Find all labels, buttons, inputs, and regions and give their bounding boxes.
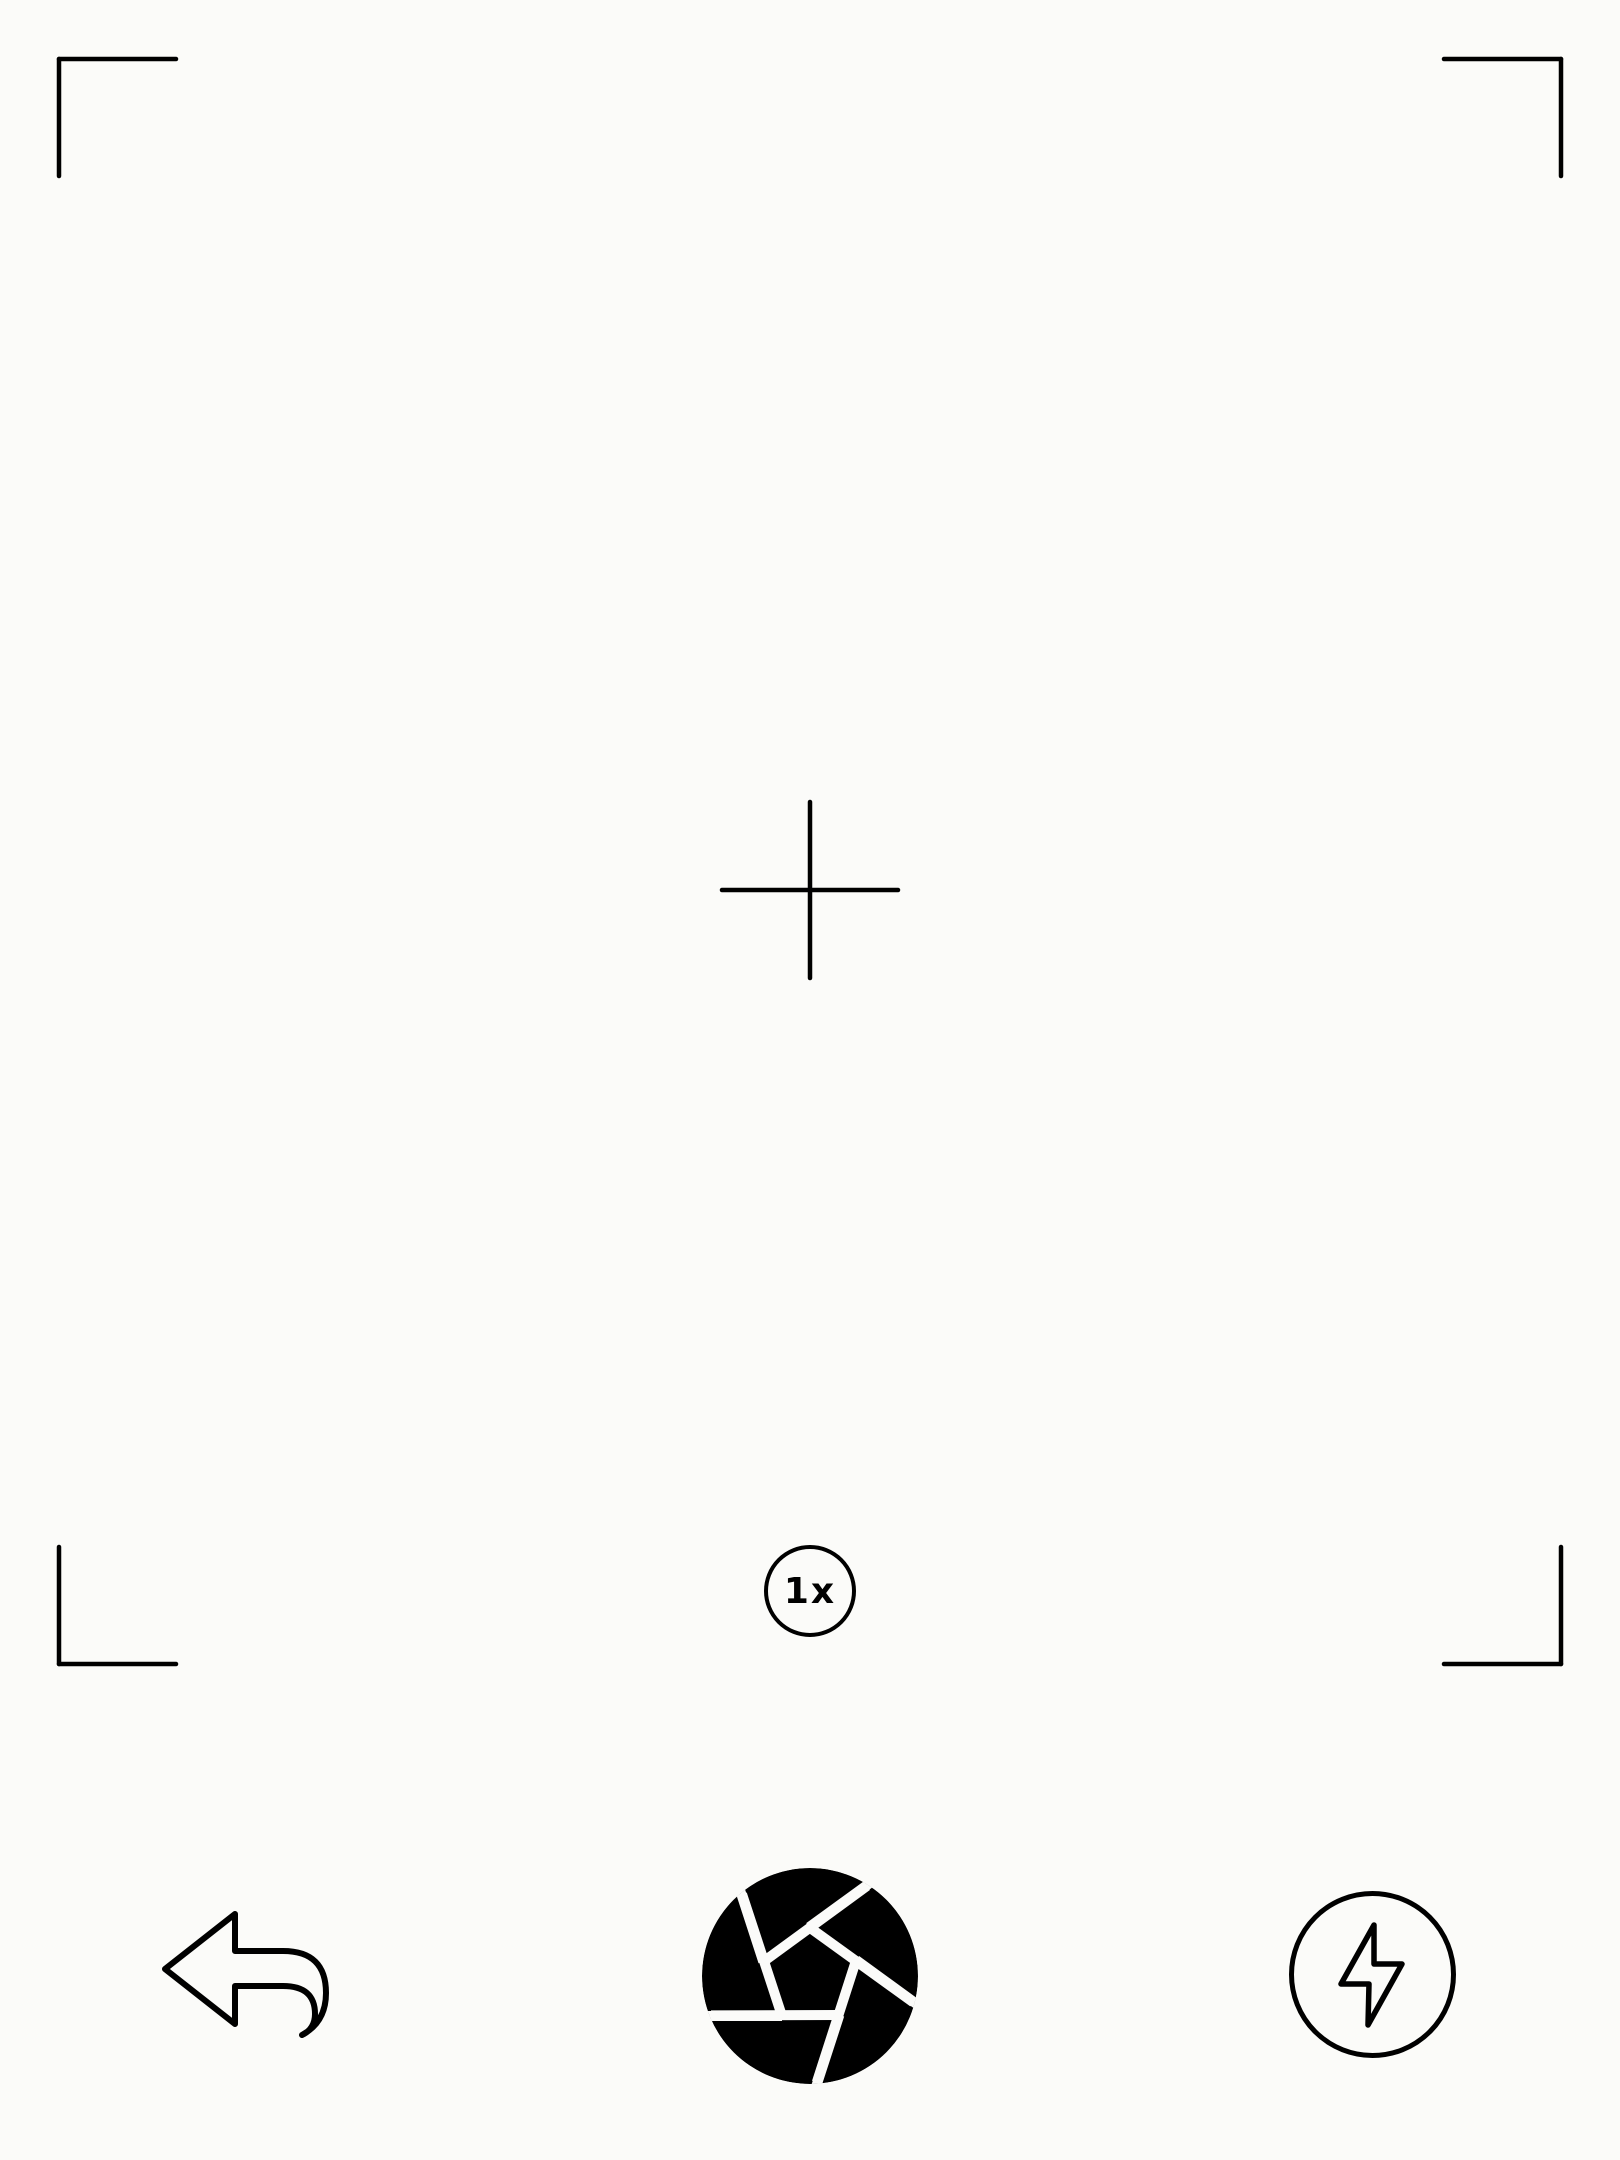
zoom-level-button[interactable]: 1x <box>764 1545 856 1637</box>
frame-corner-top-right <box>1441 56 1564 179</box>
zoom-level-label: 1x <box>783 1571 837 1612</box>
crosshair-icon <box>719 799 901 981</box>
back-button[interactable] <box>160 1900 340 2050</box>
frame-corner-top-left <box>56 56 179 179</box>
camera-screen: 1x <box>0 0 1620 2160</box>
frame-corner-bottom-right <box>1441 1544 1564 1667</box>
frame-corner-bottom-left <box>56 1544 179 1667</box>
aperture-icon <box>702 1868 918 2084</box>
lightning-bolt-icon <box>1289 1891 1456 2058</box>
viewfinder <box>56 56 1564 1667</box>
shutter-button[interactable] <box>700 1866 920 2086</box>
flash-button[interactable] <box>1285 1887 1460 2062</box>
undo-arrow-icon <box>162 1911 329 2038</box>
